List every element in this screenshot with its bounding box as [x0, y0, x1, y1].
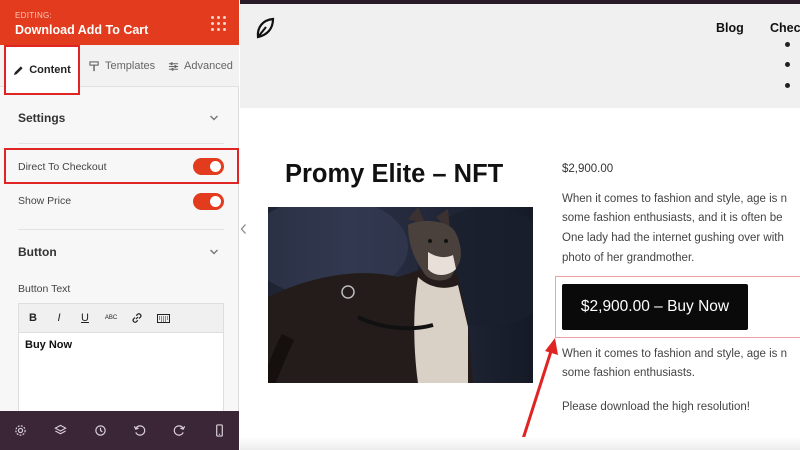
redo-icon — [174, 425, 186, 436]
text-editor-toolbar: B I U ABC — [18, 303, 224, 333]
editing-label: EDITING: — [15, 11, 53, 20]
tab-content-label: Content — [29, 64, 71, 76]
settings-button[interactable] — [1, 411, 40, 450]
page-footer-edge — [240, 437, 800, 450]
gear-icon — [15, 425, 26, 436]
undo-icon — [134, 425, 146, 436]
nav-link-blog[interactable]: Blog — [716, 21, 744, 35]
redo-button[interactable] — [160, 411, 199, 450]
direct-to-checkout-label: Direct To Checkout — [18, 161, 107, 173]
layers-button[interactable] — [41, 411, 80, 450]
site-header — [240, 4, 800, 108]
button-text-value: Buy Now — [25, 339, 73, 351]
panel-collapse-handle[interactable] — [239, 222, 247, 236]
product-title: Promy Elite – NFT — [285, 160, 504, 188]
description-line: some fashion enthusiasts. — [562, 367, 695, 379]
dog-photo — [268, 207, 533, 383]
panel-header: EDITING: Download Add To Cart — [0, 0, 239, 45]
tab-templates[interactable]: Templates — [89, 45, 155, 87]
tab-content[interactable]: Content — [4, 45, 80, 95]
paint-roller-icon — [89, 60, 99, 71]
keyboard-button[interactable] — [151, 306, 175, 330]
divider — [18, 143, 224, 144]
submenu-bullet — [785, 42, 790, 47]
direct-to-checkout-toggle[interactable] — [193, 158, 224, 175]
sliders-icon — [168, 61, 179, 71]
drag-handle-icon[interactable] — [211, 16, 227, 32]
link-button[interactable] — [125, 306, 149, 330]
undo-button[interactable] — [120, 411, 159, 450]
italic-button[interactable]: I — [47, 306, 71, 330]
chevron-down-icon[interactable] — [209, 247, 219, 257]
history-button[interactable] — [81, 411, 120, 450]
show-price-label: Show Price — [18, 195, 72, 207]
description-line: photo of her grandmother. — [562, 252, 695, 264]
editor-panel: EDITING: Download Add To Cart Content Te… — [0, 0, 239, 450]
annotation-arrow-icon — [521, 338, 558, 440]
submenu-bullet — [785, 62, 790, 67]
bold-button[interactable]: B — [21, 306, 45, 330]
download-note: Please download the high resolution! — [562, 401, 750, 413]
buy-now-button[interactable]: $2,900.00 – Buy Now — [562, 284, 748, 330]
mobile-icon — [216, 424, 223, 437]
strikethrough-button[interactable]: ABC — [99, 306, 123, 330]
button-text-editor[interactable]: Buy Now — [18, 333, 224, 413]
panel-tabs: Content Templates Advanced — [0, 45, 239, 95]
tab-advanced[interactable]: Advanced — [168, 45, 233, 87]
module-title: Download Add To Cart — [15, 23, 149, 37]
underline-button[interactable]: U — [73, 306, 97, 330]
layers-icon — [53, 424, 67, 435]
chevron-left-icon — [240, 224, 246, 234]
description-line: When it comes to fashion and style, age … — [562, 348, 788, 360]
screen: EDITING: Download Add To Cart Content Te… — [0, 0, 800, 450]
history-icon — [94, 425, 106, 436]
button-section-title[interactable]: Button — [18, 245, 57, 259]
leaf-logo-icon[interactable] — [255, 17, 275, 39]
keyboard-icon — [156, 313, 170, 323]
tab-advanced-label: Advanced — [184, 60, 233, 72]
button-text-label: Button Text — [18, 283, 71, 295]
nav-link-checkout[interactable]: Checkout — [770, 21, 800, 35]
responsive-preview-button[interactable] — [200, 411, 239, 450]
bottom-toolbar — [0, 411, 239, 450]
settings-section-title[interactable]: Settings — [18, 111, 65, 125]
submenu-bullet — [785, 83, 790, 88]
description-line: When it comes to fashion and style, age … — [562, 193, 788, 205]
product-image — [268, 207, 533, 383]
description-line: some fashion enthusiasts, and it is ofte… — [562, 212, 783, 224]
tab-templates-label: Templates — [105, 60, 156, 72]
pencil-icon — [14, 65, 23, 75]
link-icon — [132, 313, 142, 323]
product-price: $2,900.00 — [562, 163, 614, 175]
chevron-down-icon[interactable] — [209, 113, 219, 123]
divider — [18, 229, 224, 230]
show-price-toggle[interactable] — [193, 193, 224, 210]
description-line: One lady had the internet gushing over w… — [562, 232, 784, 244]
